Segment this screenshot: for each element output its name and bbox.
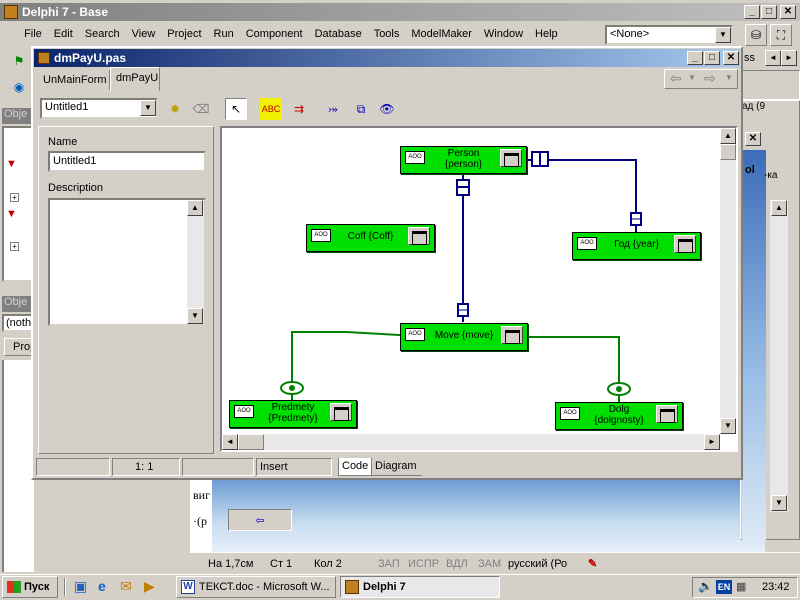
entity-window-button[interactable]: [408, 227, 430, 245]
canvas-scroll-right[interactable]: ►: [704, 434, 720, 450]
dataset-icon: AOO: [311, 229, 331, 242]
canvas-horizontal-scrollbar[interactable]: [222, 434, 720, 450]
entity-window-button[interactable]: [501, 326, 523, 344]
canvas-scroll-down[interactable]: ▼: [720, 418, 736, 434]
word-icon: W: [181, 580, 195, 594]
taskbar-clock[interactable]: 23:42: [762, 581, 790, 593]
diagram-connectors: [280, 151, 642, 402]
internet-explorer-icon[interactable]: e: [98, 578, 106, 594]
entity-window-button[interactable]: [500, 149, 522, 167]
entity-window-button[interactable]: [330, 403, 352, 421]
entity-predmety[interactable]: AOO Predmety {Predmety}: [229, 400, 357, 428]
language-indicator[interactable]: EN: [716, 580, 732, 594]
entity-dolg[interactable]: AOO Dolg {dolgnosty}: [555, 402, 683, 430]
entity-move[interactable]: AOO Move {move}: [400, 323, 528, 351]
tab-code[interactable]: Code: [338, 458, 372, 476]
canvas-vertical-thumb[interactable]: [720, 144, 736, 160]
entity-person[interactable]: AOO Person {person}: [400, 146, 527, 174]
entity-coff[interactable]: AOO Coff {Coff}: [306, 224, 435, 252]
editor-status-mode: Insert: [256, 458, 332, 476]
entity-god[interactable]: AOO Год {year}: [572, 232, 701, 260]
dataset-icon: AOO: [560, 407, 580, 420]
editor-status-position: 1: 1: [112, 458, 180, 476]
tray-app-icon[interactable]: ▦: [736, 580, 746, 593]
editor-status-modified: [36, 458, 110, 476]
entity-window-button[interactable]: [656, 405, 678, 423]
entity-label: Move {move}: [434, 330, 494, 341]
canvas-horizontal-thumb[interactable]: [238, 434, 264, 450]
entity-label: Person {person}: [444, 148, 483, 170]
editor-status-blank: [182, 458, 254, 476]
volume-icon[interactable]: 🔈: [698, 579, 713, 593]
dataset-icon: AOO: [405, 151, 425, 164]
entity-label: Год {year}: [614, 239, 659, 250]
connector-person-god: [527, 159, 637, 232]
entity-label: Dolg {dolgnosty}: [594, 404, 644, 426]
canvas-scroll-up[interactable]: ▲: [720, 128, 736, 144]
taskbar-word-button[interactable]: W ТЕКСТ.doc - Microsoft W...: [176, 576, 336, 598]
delphi-icon: [345, 580, 359, 594]
taskbar-delphi-button[interactable]: Delphi 7: [340, 576, 500, 598]
windows-logo-icon: [7, 581, 21, 593]
quick-launch-divider: [64, 578, 66, 596]
entity-label: Predmety {Predmety}: [268, 402, 318, 424]
outlook-express-icon[interactable]: ✉: [120, 578, 132, 595]
connector-move-predmety: [291, 331, 401, 400]
entity-window-button[interactable]: [674, 235, 696, 253]
tab-diagram[interactable]: Diagram: [372, 458, 422, 476]
show-desktop-icon[interactable]: ▣: [74, 578, 87, 595]
dataset-icon: AOO: [405, 328, 425, 341]
canvas-scroll-left[interactable]: ◄: [222, 434, 238, 450]
canvas-vertical-scrollbar[interactable]: [720, 128, 736, 434]
dataset-icon: AOO: [234, 405, 254, 418]
entity-label: Coff {Coff}: [347, 231, 394, 242]
start-button[interactable]: Пуск: [2, 576, 58, 598]
dataset-icon: AOO: [577, 237, 597, 250]
connector-move-dolg: [528, 336, 620, 402]
media-player-icon[interactable]: ▶: [144, 578, 155, 595]
